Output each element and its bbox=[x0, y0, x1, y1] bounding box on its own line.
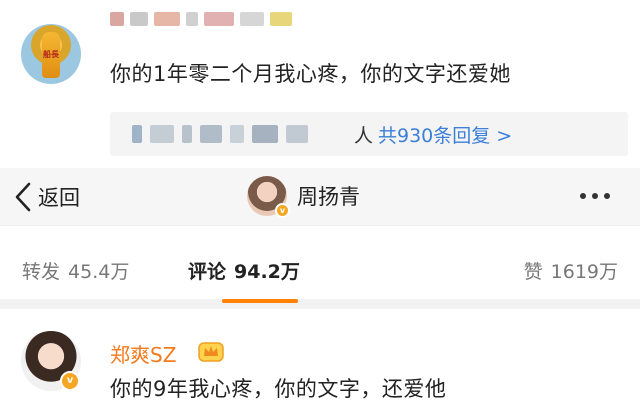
tab-like-label: 赞 bbox=[523, 261, 543, 283]
back-label: 返回 bbox=[38, 186, 80, 210]
chevron-left-icon bbox=[15, 182, 31, 212]
verified-badge-icon: v bbox=[60, 371, 80, 391]
blurred-reply-users bbox=[132, 125, 308, 143]
comment-bottom: v 郑爽SZ 你的9年我心疼，你的文字，还爱他 bbox=[0, 319, 640, 414]
tab-repost-count: 45.4万 bbox=[68, 261, 130, 283]
tab-repost[interactable]: 转发 45.4万 bbox=[22, 257, 129, 284]
bottle-label: 船長 bbox=[43, 50, 59, 59]
tab-bar: 转发 45.4万 评论 94.2万 赞 1619万 bbox=[0, 227, 640, 309]
avatar[interactable]: 船長 bbox=[21, 24, 81, 84]
more-icon[interactable] bbox=[580, 184, 610, 208]
tab-comment[interactable]: 评论 94.2万 bbox=[188, 257, 300, 284]
tab-like[interactable]: 赞 1619万 bbox=[524, 257, 618, 284]
author-name: 周扬青 bbox=[297, 185, 360, 209]
tab-like-count: 1619万 bbox=[550, 261, 618, 283]
reply-person-glyph: 人 bbox=[354, 125, 374, 147]
commenter-name[interactable]: 郑爽SZ bbox=[110, 339, 176, 368]
tab-repost-label: 转发 bbox=[22, 261, 61, 283]
comment-top: 船長 你的1年零二个月我心疼，你的文字还爱她 人 共930条回复 > bbox=[0, 0, 640, 168]
nav-bar: 返回 v 周扬青 bbox=[0, 168, 640, 226]
verified-badge-icon: v bbox=[275, 203, 290, 218]
back-button[interactable]: 返回 bbox=[12, 180, 80, 214]
post-author[interactable]: v 周扬青 bbox=[247, 176, 360, 218]
active-tab-indicator bbox=[222, 299, 298, 303]
crown-icon bbox=[198, 342, 224, 362]
avatar[interactable]: v bbox=[247, 176, 290, 218]
comment-text: 你的1年零二个月我心疼，你的文字还爱她 bbox=[110, 62, 511, 86]
tab-comment-count: 94.2万 bbox=[234, 261, 300, 283]
blurred-username[interactable] bbox=[110, 12, 292, 26]
view-replies-link[interactable]: 共930条回复 > bbox=[378, 121, 512, 148]
reply-summary[interactable]: 人 共930条回复 > bbox=[110, 112, 628, 156]
tab-comment-label: 评论 bbox=[188, 261, 227, 283]
comment-text: 你的9年我心疼，你的文字，还爱他 bbox=[110, 377, 447, 401]
